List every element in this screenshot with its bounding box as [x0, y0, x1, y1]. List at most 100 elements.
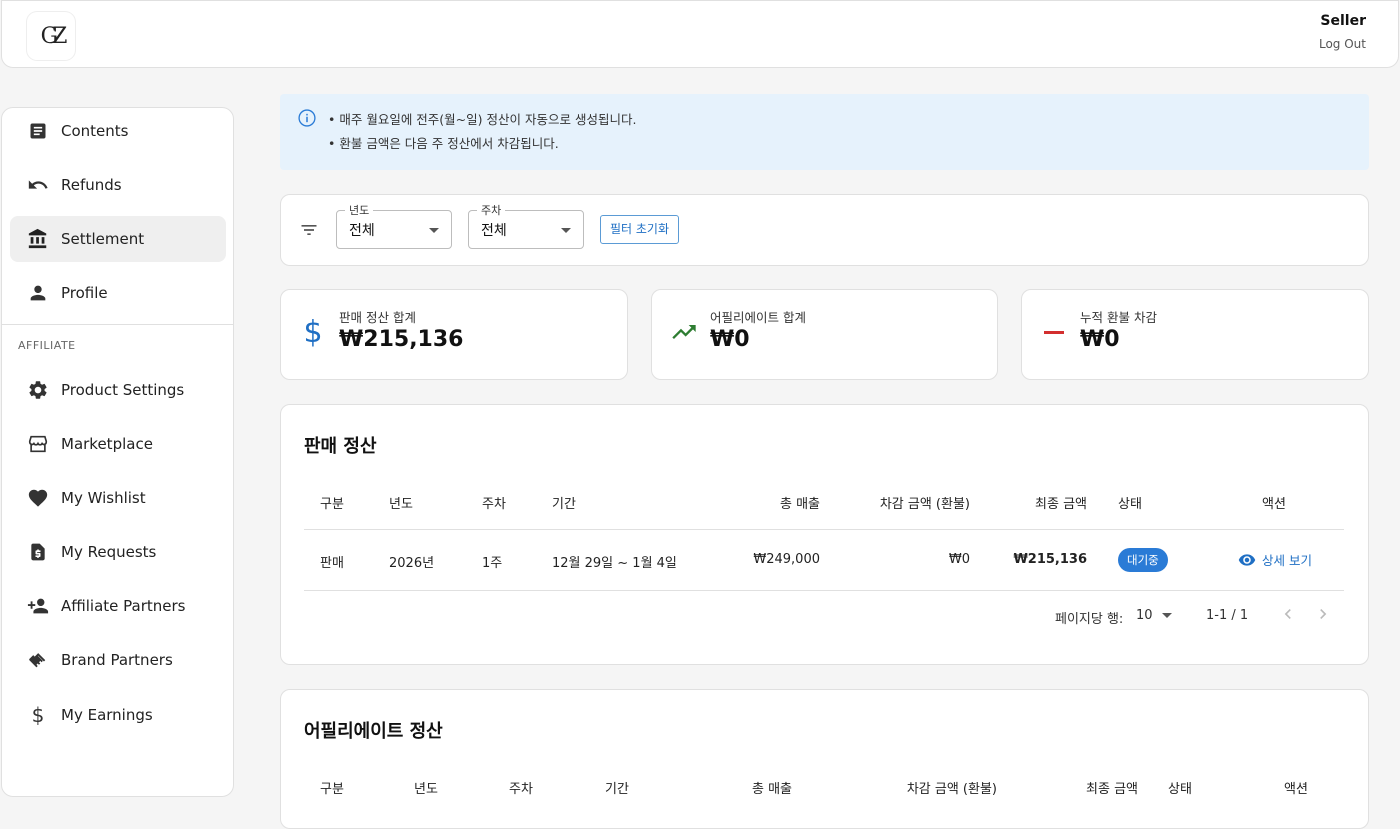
- logo-text: GZ: [40, 23, 68, 49]
- brand-logo[interactable]: GZ: [27, 12, 75, 60]
- handshake-icon: [26, 648, 50, 672]
- info-banner: • 매주 월요일에 전주(월~일) 정산이 자동으로 생성됩니다. • 환불 금…: [280, 94, 1369, 170]
- logout-link[interactable]: Log Out: [1319, 37, 1366, 51]
- info-line: • 매주 월요일에 전주(월~일) 정산이 자동으로 생성됩니다.: [328, 112, 637, 127]
- sidebar-item-label: Marketplace: [61, 435, 153, 453]
- filter-bar: 년도 전체 주차 전체 필터 초기화: [280, 194, 1369, 266]
- sidebar-item-marketplace[interactable]: Marketplace: [10, 421, 226, 467]
- pagination-range: 1-1 / 1: [1206, 608, 1249, 623]
- sidebar-item-my-wishlist[interactable]: My Wishlist: [10, 475, 226, 521]
- view-detail-label: 상세 보기: [1262, 553, 1312, 568]
- cell-final: ₩215,136: [1013, 552, 1087, 567]
- cell-week: 1주: [482, 556, 503, 571]
- stat-value: ₩0: [710, 327, 750, 352]
- sidebar-item-profile[interactable]: Profile: [10, 270, 226, 316]
- column-header: 기간: [605, 782, 629, 797]
- dollar-icon: $: [303, 314, 323, 350]
- user-name: Seller: [1320, 13, 1366, 29]
- sidebar-item-my-requests[interactable]: My Requests: [10, 529, 226, 575]
- affiliate-section-label: AFFILIATE: [18, 339, 76, 352]
- sidebar-item-refunds[interactable]: Refunds: [10, 162, 226, 208]
- sidebar-item-settlement[interactable]: Settlement: [10, 216, 226, 262]
- reset-filters-button[interactable]: 필터 초기화: [600, 215, 680, 244]
- rows-per-page-select[interactable]: 10: [1136, 608, 1172, 623]
- info-line: • 환불 금액은 다음 주 정산에서 차감됩니다.: [328, 136, 559, 151]
- sidebar: Contents Refunds Settlement Profile AFFI…: [1, 107, 234, 797]
- column-header: 총 매출: [751, 782, 792, 797]
- column-header: 액션: [1262, 497, 1286, 512]
- sidebar-item-label: Brand Partners: [61, 651, 173, 669]
- column-header: 년도: [414, 782, 438, 797]
- column-header: 구분: [320, 782, 344, 797]
- rows-per-page-label: 페이지당 행:: [1055, 612, 1124, 627]
- person-add-icon: [26, 594, 50, 618]
- sidebar-divider: [2, 324, 233, 325]
- year-select[interactable]: 년도 전체: [336, 202, 452, 249]
- section-title: 어필리에이트 정산: [304, 721, 443, 742]
- sidebar-item-label: Affiliate Partners: [61, 597, 186, 615]
- stat-card-sales: $ 판매 정산 합계 ₩215,136: [280, 289, 628, 380]
- column-header: 년도: [389, 497, 413, 512]
- cell-period: 12월 29일 ~ 1월 4일: [552, 556, 677, 571]
- sidebar-item-label: Contents: [61, 122, 129, 140]
- year-select-label: 년도: [345, 202, 374, 218]
- chevron-down-icon: [429, 228, 439, 233]
- gear-icon: [26, 378, 50, 402]
- article-icon: [26, 119, 50, 143]
- filter-icon: [299, 220, 319, 244]
- column-header: 최종 금액: [1035, 497, 1087, 512]
- chevron-down-icon: [561, 228, 571, 233]
- cell-total: ₩249,000: [753, 552, 820, 567]
- cell-type: 판매: [320, 556, 344, 571]
- sidebar-item-contents[interactable]: Contents: [10, 108, 226, 154]
- column-header: 상태: [1118, 497, 1142, 512]
- stat-label: 판매 정산 합계: [339, 310, 416, 325]
- sidebar-item-label: Product Settings: [61, 381, 185, 399]
- column-header: 주차: [509, 782, 533, 797]
- sidebar-item-label: My Wishlist: [61, 489, 146, 507]
- chevron-right-icon: [1313, 609, 1333, 628]
- dollar-icon: $: [31, 703, 45, 727]
- sidebar-item-affiliate-partners[interactable]: Affiliate Partners: [10, 583, 226, 629]
- week-select[interactable]: 주차 전체: [468, 202, 584, 249]
- minus-icon: [1040, 318, 1068, 346]
- stat-card-refund: 누적 환불 차감 ₩0: [1021, 289, 1369, 380]
- column-header: 차감 금액 (환불): [906, 782, 997, 797]
- store-icon: [26, 432, 50, 456]
- sidebar-item-label: Settlement: [61, 230, 145, 248]
- section-title: 판매 정산: [304, 436, 377, 457]
- sidebar-item-label: My Earnings: [61, 706, 153, 724]
- row-divider: [304, 529, 1344, 530]
- sidebar-item-product-settings[interactable]: Product Settings: [10, 367, 226, 413]
- year-select-value: 전체: [349, 223, 375, 239]
- view-detail-button[interactable]: 상세 보기: [1238, 550, 1312, 569]
- sidebar-item-brand-partners[interactable]: Brand Partners: [10, 637, 226, 683]
- chevron-down-icon: [1161, 613, 1172, 618]
- column-header: 총 매출: [779, 497, 820, 512]
- request-icon: [26, 540, 50, 564]
- sidebar-item-label: Profile: [61, 284, 108, 302]
- sidebar-item-my-earnings[interactable]: $ My Earnings: [10, 692, 226, 738]
- column-header: 구분: [320, 497, 344, 512]
- column-header: 상태: [1168, 782, 1192, 797]
- week-select-value: 전체: [481, 223, 507, 239]
- column-header: 액션: [1284, 782, 1308, 797]
- column-header: 최종 금액: [1086, 782, 1138, 797]
- stat-label: 누적 환불 차감: [1080, 310, 1157, 325]
- person-icon: [26, 281, 50, 305]
- column-header: 기간: [552, 497, 576, 512]
- week-select-label: 주차: [477, 202, 506, 218]
- next-page-button[interactable]: [1313, 604, 1333, 628]
- stat-value: ₩0: [1080, 327, 1120, 352]
- rows-per-page-value: 10: [1136, 608, 1153, 623]
- status-badge: 대기중: [1118, 548, 1168, 572]
- prev-page-button[interactable]: [1278, 604, 1298, 628]
- row-divider: [304, 590, 1344, 591]
- top-header: GZ Seller Log Out: [1, 0, 1399, 68]
- column-header: 차감 금액 (환불): [879, 497, 970, 512]
- heart-icon: [26, 486, 50, 510]
- stat-label: 어필리에이트 합계: [710, 310, 806, 325]
- undo-icon: [26, 173, 50, 197]
- trending-up-icon: [670, 318, 698, 346]
- user-area: Seller Log Out: [1319, 13, 1366, 51]
